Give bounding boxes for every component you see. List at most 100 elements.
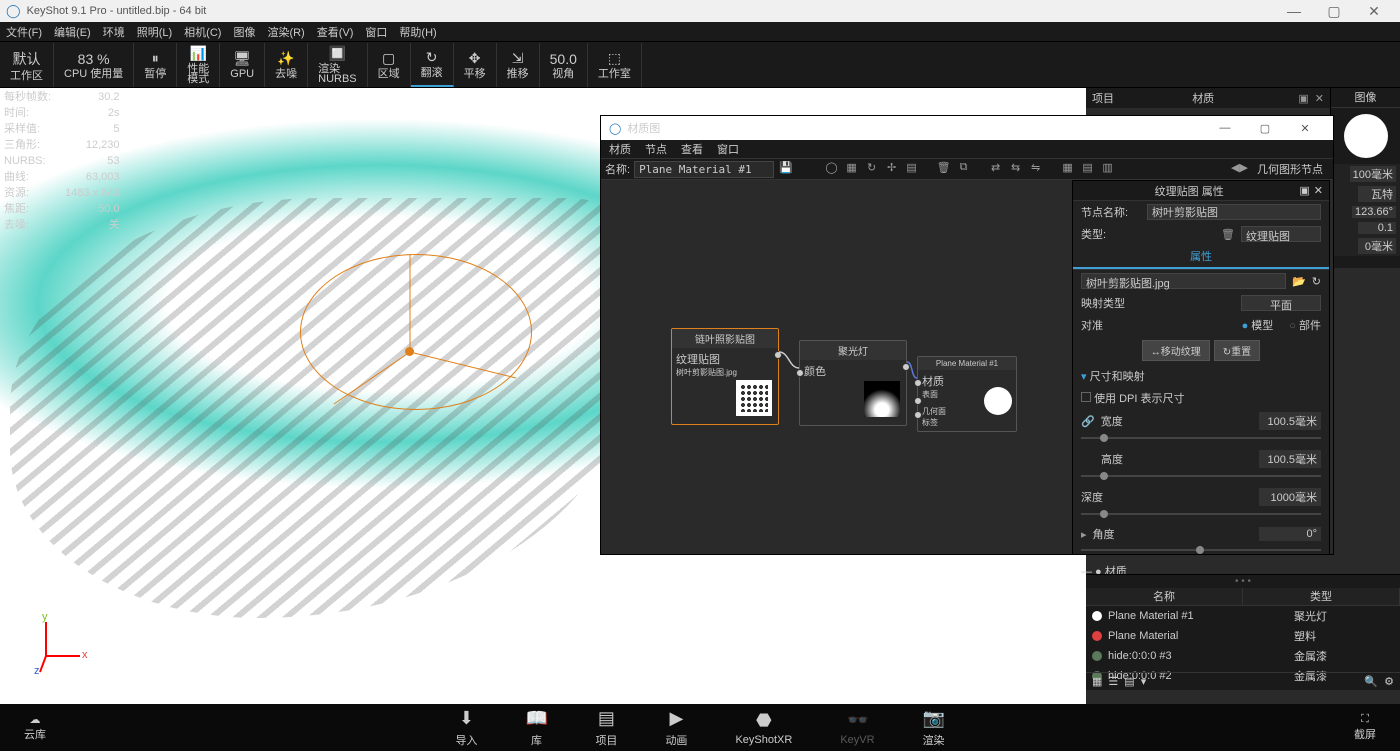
side-value-row[interactable]: 0毫米 [1331, 236, 1400, 256]
matgraph-menu-item[interactable]: 材质 [609, 141, 631, 157]
animation-button[interactable]: ▶动画 [665, 708, 687, 748]
menu-item[interactable]: 环境 [103, 24, 125, 40]
close-button[interactable]: ✕ [1354, 0, 1394, 22]
minimize-button[interactable]: — [1274, 0, 1314, 22]
toolbar-button[interactable]: 83 %CPU 使用量 [54, 43, 134, 87]
matgraph-close-button[interactable]: ✕ [1285, 122, 1325, 135]
node-spot-outport[interactable] [902, 363, 910, 371]
panel-pin-icon[interactable]: ▣ [1298, 92, 1308, 105]
panel-close-icon[interactable]: ✕ [1315, 92, 1324, 105]
matgraph-menu-item[interactable]: 节点 [645, 141, 667, 157]
menu-item[interactable]: 渲染(R) [267, 24, 304, 40]
search-icon[interactable]: 🔍 [1364, 675, 1378, 688]
node-out-in2[interactable] [914, 397, 922, 405]
align-model-radio[interactable]: ● 模型 [1242, 317, 1274, 333]
matgraph-menu-item[interactable]: 查看 [681, 141, 703, 157]
node-output[interactable]: Plane Material #1 材质 表面 几何面 标签 [917, 356, 1017, 432]
render-button[interactable]: 📷渲染 [923, 708, 945, 748]
toolbar-button[interactable]: 🔲渲染 NURBS [308, 43, 368, 87]
toolbar-button[interactable]: ⏸暂停 [134, 43, 177, 87]
toolbar-button[interactable]: 📊性能 模式 [177, 43, 220, 87]
node-texture[interactable]: 链叶照影贴图 纹理贴图 树叶剪影贴图.jpg [671, 328, 779, 425]
mg-tool-1[interactable]: ◯ [824, 161, 840, 177]
project-button[interactable]: ▤项目 [595, 708, 617, 748]
toolbar-button[interactable]: ✨去噪 [265, 43, 308, 87]
toolbar-button[interactable]: 默认工作区 [0, 43, 54, 87]
mg-grid-1[interactable]: ▦ [1060, 161, 1076, 177]
angle-value[interactable]: 0° [1259, 527, 1321, 541]
mg-grid-3[interactable]: ▥ [1100, 161, 1116, 177]
depth-slider[interactable] [1081, 509, 1321, 519]
mg-toggle-icon[interactable]: ◀▶ [1231, 161, 1247, 177]
matgraph-menu-item[interactable]: 窗口 [717, 141, 739, 157]
view-list-icon[interactable]: ☰ [1108, 675, 1118, 688]
toolbar-button[interactable]: ↻翻滚 [411, 43, 454, 87]
node-spot-inport[interactable] [796, 369, 804, 377]
side-value-row[interactable]: 123.66° [1331, 204, 1400, 220]
view-tree-icon[interactable]: ▤ [1124, 675, 1134, 688]
matgraph-name-input[interactable] [634, 161, 774, 178]
section-size-mapping[interactable]: ▾ 尺寸和映射 [1073, 365, 1329, 387]
side-value-row[interactable]: 0.1 [1331, 220, 1400, 236]
prop-pin-icon[interactable]: ▣ [1299, 184, 1309, 197]
depth-value[interactable]: 1000毫米 [1259, 488, 1321, 506]
node-out-in1[interactable] [914, 379, 922, 387]
mg-tool-5[interactable]: ▤ [904, 161, 920, 177]
menu-item[interactable]: 帮助(H) [399, 24, 436, 40]
toolbar-button[interactable]: ✥平移 [454, 43, 497, 87]
menu-item[interactable]: 照明(L) [137, 24, 172, 40]
filter-icon[interactable]: ▾ [1141, 675, 1147, 688]
node-out-in3[interactable] [914, 411, 922, 419]
mg-link-3[interactable]: ⇋ [1028, 161, 1044, 177]
matgraph-geom-label[interactable]: 几何图形节点 [1251, 161, 1329, 177]
mg-grid-2[interactable]: ▤ [1080, 161, 1096, 177]
menu-item[interactable]: 查看(V) [317, 24, 354, 40]
matgraph-min-button[interactable]: — [1205, 122, 1245, 134]
menu-item[interactable]: 编辑(E) [54, 24, 91, 40]
toolbar-button[interactable]: 🖥GPU [220, 43, 265, 87]
tab-project[interactable]: 项目 [1092, 90, 1114, 106]
reset-button[interactable]: ↻重置 [1214, 340, 1260, 361]
texture-file-field[interactable]: 树叶剪影贴图.jpg [1081, 273, 1286, 289]
mg-link-1[interactable]: ⇄ [988, 161, 1004, 177]
width-slider[interactable] [1081, 433, 1321, 443]
tab-image[interactable]: 图像 [1331, 88, 1400, 108]
side-value-row[interactable]: 100毫米 [1331, 164, 1400, 184]
matgraph-max-button[interactable]: ▢ [1245, 122, 1285, 135]
mg-tool-4[interactable]: ✢ [884, 161, 900, 177]
menu-item[interactable]: 窗口 [365, 24, 387, 40]
folder-icon[interactable]: 📂 [1292, 275, 1306, 288]
library-button[interactable]: 📖库 [525, 708, 547, 748]
map-type-dropdown[interactable]: 平面 [1241, 295, 1321, 311]
keyvr-button[interactable]: 👓KeyVR [840, 710, 874, 746]
material-row[interactable]: Plane Material塑料 [1086, 626, 1400, 646]
move-texture-button[interactable]: ↔移动纹理 [1142, 340, 1210, 361]
settings-icon[interactable]: ⚙ [1384, 675, 1394, 688]
use-dpi-checkbox[interactable]: 使用 DPI 表示尺寸 [1081, 390, 1185, 406]
height-slider[interactable] [1081, 471, 1321, 481]
width-value[interactable]: 100.5毫米 [1259, 412, 1321, 430]
mg-save-icon[interactable]: 💾 [778, 161, 794, 177]
refresh-icon[interactable]: ↻ [1312, 275, 1321, 288]
maximize-button[interactable]: ▢ [1314, 0, 1354, 22]
mg-tool-3[interactable]: ↻ [864, 161, 880, 177]
col-name[interactable]: 名称 [1086, 588, 1243, 605]
view-grid-icon[interactable]: ▦ [1092, 675, 1102, 688]
cloud-library-button[interactable]: ☁云库 [24, 713, 46, 742]
height-value[interactable]: 100.5毫米 [1259, 450, 1321, 468]
screenshot-button[interactable]: ⛶截屏 [1354, 713, 1376, 742]
angle-slider[interactable] [1081, 545, 1321, 555]
material-swatch[interactable] [1344, 114, 1388, 158]
type-delete-icon[interactable]: 🗑 [1221, 228, 1235, 241]
toolbar-button[interactable]: 50.0视角 [540, 43, 588, 87]
node-spotlight[interactable]: 聚光灯 颜色 [799, 340, 907, 426]
mg-copy-icon[interactable]: ⧉ [956, 161, 972, 177]
toolbar-button[interactable]: ▢区域 [368, 43, 411, 87]
keyshotxr-button[interactable]: ⬣KeyShotXR [735, 710, 792, 746]
material-row[interactable]: hide:0:0:0 #3金属漆 [1086, 646, 1400, 666]
tab-material[interactable]: 材质 [1114, 90, 1292, 106]
node-name-input[interactable] [1147, 204, 1321, 220]
material-row[interactable]: Plane Material #1聚光灯 [1086, 606, 1400, 626]
side-value-row[interactable]: 瓦特 [1331, 184, 1400, 204]
menu-item[interactable]: 图像 [233, 24, 255, 40]
